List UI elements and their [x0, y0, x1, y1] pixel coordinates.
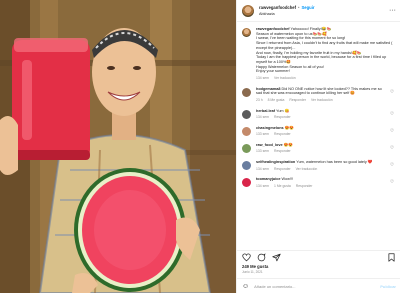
comment-like-heart-icon[interactable]: ♡ [390, 128, 394, 134]
comment-age[interactable]: 134 sem [256, 115, 269, 120]
follow-button[interactable]: Seguir [301, 5, 314, 11]
caption-line: Happy Watermelon Season to all of you! [256, 64, 324, 69]
comment-body: selfhealinginspiration Yum, watermelon h… [256, 160, 386, 171]
caption-line: Season of watermelon upon to us🍉🍉🥰 [256, 31, 327, 36]
caption-line: I swear, I've been waiting for this mome… [256, 36, 346, 41]
photo-illustration [0, 0, 236, 293]
comment-translate-link[interactable]: Ver traducción [296, 167, 318, 172]
caption-line: Since I returned from Asia, I couldn't t… [256, 41, 393, 50]
comment-input[interactable] [254, 283, 376, 289]
comment-icon[interactable] [257, 253, 266, 262]
bookmark-icon[interactable] [387, 253, 396, 262]
comment-reply-button[interactable]: Responder [274, 167, 291, 172]
caption-line: And now, finally, I'm holding my favorit… [256, 50, 362, 55]
comment-text: 😍😍 [283, 142, 294, 147]
comment-item: chasingmelons 😍😍 133 sem Responder ♡ [242, 126, 396, 137]
heart-icon[interactable] [242, 253, 251, 262]
comment-translate-link[interactable]: Ver traducción [311, 98, 333, 103]
post-actions-bar [237, 250, 400, 264]
caption-meta: 134 sem Ver traducción [256, 76, 394, 81]
comment-avatar[interactable] [242, 178, 251, 188]
add-comment-bar: ☺ Publicar [237, 278, 400, 293]
comment-body: hodgemama8 Did NO ONE notice how lit she… [256, 87, 386, 103]
comment-reply-button[interactable]: Responder [274, 115, 291, 120]
emoji-icon[interactable]: ☺ [242, 283, 249, 290]
comment-age[interactable]: 23 h [256, 98, 263, 103]
comment-avatar[interactable] [242, 143, 251, 153]
caption-line: Enjoy your summer! [256, 69, 290, 74]
caption-line: Yahooooo! Finally!😂🍉 [290, 27, 332, 31]
comments-list[interactable]: rawveganfoodchef Yahooooo! Finally!😂🍉 Se… [237, 23, 400, 255]
comment-body: herbal.leaf Yum 😋 134 sem Responder [256, 109, 386, 120]
post-header: rawveganfoodchef • Seguir Abkhazia ··· [237, 0, 400, 22]
comment-username[interactable]: chasingmelons [256, 126, 284, 130]
comment-likes[interactable]: 8 Me gusta [268, 98, 285, 103]
comment-avatar[interactable] [242, 109, 251, 119]
comment-username[interactable]: selfhealinginspiration [256, 160, 295, 164]
comment-like-heart-icon[interactable]: ♡ [390, 145, 394, 151]
publish-button[interactable]: Publicar [380, 284, 396, 289]
caption-avatar[interactable] [242, 28, 251, 37]
comment-avatar[interactable] [242, 87, 251, 97]
comment-meta: 133 sem Responder [256, 132, 386, 137]
comment-username[interactable]: raw_food_love [256, 143, 283, 147]
comment-reply-button[interactable]: Responder [296, 184, 313, 189]
more-horizontal-icon[interactable]: ··· [389, 7, 396, 14]
post-photo[interactable] [0, 0, 236, 293]
comment-text: Yum 😋 [276, 108, 290, 113]
comment-like-heart-icon[interactable]: ♡ [390, 111, 394, 117]
comment-age[interactable]: 133 sem [256, 149, 269, 154]
comment-username[interactable]: toomanyjuice [256, 177, 280, 181]
comment-age[interactable]: 134 sem [256, 167, 269, 172]
caption-username[interactable]: rawveganfoodchef [256, 27, 290, 31]
comment-meta: 23 h 8 Me gusta Responder Ver traducción [256, 98, 386, 103]
comment-like-heart-icon[interactable]: ♡ [390, 162, 394, 168]
comment-age[interactable]: 134 sem [256, 184, 269, 189]
comment-meta: 134 sem Responder [256, 115, 386, 120]
comment-text: Wow!!! [281, 177, 294, 182]
post-location[interactable]: Abkhazia [259, 11, 315, 17]
comment-body: raw_food_love 😍😍 133 sem Responder [256, 143, 386, 154]
share-icon[interactable] [272, 253, 281, 262]
post-caption: rawveganfoodchef Yahooooo! Finally!😂🍉 Se… [242, 27, 396, 81]
comment-username[interactable]: herbal.leaf [256, 109, 275, 113]
comment-meta: 134 sem 1 Me gusta Responder [256, 184, 386, 189]
caption-translate-link[interactable]: Ver traducción [274, 76, 296, 81]
post-date: Junio 11, 2021 [242, 270, 263, 274]
post-header-text: rawveganfoodchef • Seguir Abkhazia [259, 5, 315, 17]
comment-item: hodgemama8 Did NO ONE notice how lit she… [242, 87, 396, 103]
caption-body: rawveganfoodchef Yahooooo! Finally!😂🍉 Se… [256, 27, 394, 81]
comment-item: toomanyjuice Wow!!! 134 sem 1 Me gusta R… [242, 177, 396, 188]
separator-dot: • [298, 4, 300, 10]
caption-age[interactable]: 134 sem [256, 76, 269, 81]
comment-age[interactable]: 133 sem [256, 132, 269, 137]
comment-reply-button[interactable]: Responder [289, 98, 306, 103]
comment-body: toomanyjuice Wow!!! 134 sem 1 Me gusta R… [256, 177, 386, 188]
comment-reply-button[interactable]: Responder [274, 132, 291, 137]
comment-text: Yum, watermelon has been so good lately … [296, 160, 373, 165]
author-username[interactable]: rawveganfoodchef [259, 5, 296, 11]
likes-count[interactable]: 249 Me gusta [242, 264, 268, 269]
comment-reply-button[interactable]: Responder [274, 149, 291, 154]
comment-like-heart-icon[interactable]: ♡ [390, 179, 394, 185]
comment-item: raw_food_love 😍😍 133 sem Responder ♡ [242, 143, 396, 154]
comment-item: herbal.leaf Yum 😋 134 sem Responder ♡ [242, 109, 396, 120]
comment-item: selfhealinginspiration Yum, watermelon h… [242, 160, 396, 171]
caption-line: Today I am the happiest person in the wo… [256, 55, 387, 64]
comment-meta: 134 sem Responder Ver traducción [256, 167, 386, 172]
author-avatar[interactable] [242, 4, 254, 17]
comment-body: chasingmelons 😍😍 133 sem Responder [256, 126, 386, 137]
comment-avatar[interactable] [242, 126, 251, 136]
comment-avatar[interactable] [242, 161, 251, 171]
comment-text: 😍😍 [284, 125, 295, 130]
post-details-panel: rawveganfoodchef • Seguir Abkhazia ··· r… [236, 0, 400, 293]
comment-likes[interactable]: 1 Me gusta [274, 184, 291, 189]
comment-meta: 133 sem Responder [256, 149, 386, 154]
comment-like-heart-icon[interactable]: ♡ [390, 89, 394, 95]
post-header-row: rawveganfoodchef • Seguir [259, 5, 315, 11]
